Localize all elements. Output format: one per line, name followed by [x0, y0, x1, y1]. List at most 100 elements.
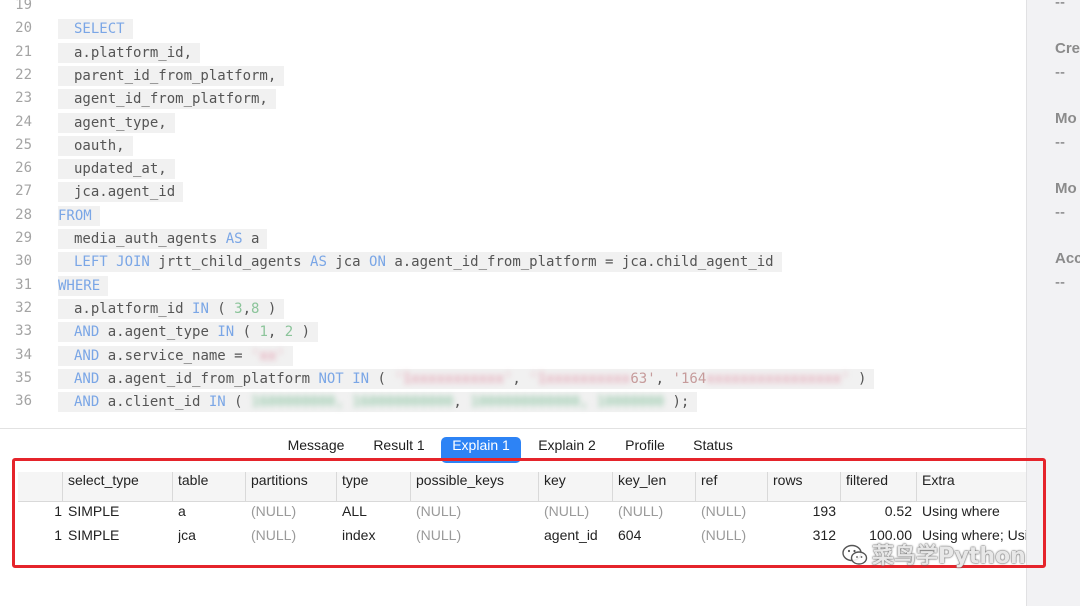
tab-explain-2[interactable]: Explain 2	[528, 437, 606, 463]
result-tabs: Message Result 1 Explain 1 Explain 2 Profile…	[0, 428, 1026, 467]
sql-text: ,	[267, 324, 285, 341]
cell-possible-keys: (NULL)	[416, 527, 462, 543]
sql-keyword: WHERE	[58, 277, 101, 294]
sql-keyword: AND	[74, 394, 100, 411]
code-line[interactable]: parent_id_from_platform,	[58, 65, 285, 86]
sql-keyword: AND	[74, 347, 100, 364]
column-header-ref[interactable]: ref	[695, 472, 767, 501]
cell-rows: 312	[812, 527, 836, 543]
cell-partitions: (NULL)	[251, 503, 297, 519]
line-number: 35	[15, 369, 32, 386]
code-line[interactable]: a.platform_id,	[58, 42, 201, 63]
column-header-filtered[interactable]: filtered	[840, 472, 916, 501]
info-label: Cre	[1055, 40, 1080, 57]
sql-text: parent_id_from_platform,	[74, 67, 277, 84]
sql-number: 3	[234, 300, 243, 317]
sql-keyword: NOT	[318, 370, 344, 387]
cell-ref: (NULL)	[701, 527, 747, 543]
sql-text: );	[664, 394, 690, 411]
sql-keyword: IN	[352, 370, 370, 387]
cell-rows: 193	[812, 503, 836, 519]
line-number: 33	[15, 323, 32, 340]
code-line[interactable]: LEFT JOIN jrtt_child_agents AS jca ON a.…	[58, 252, 782, 273]
sql-string: '164	[672, 370, 707, 387]
code-line[interactable]: oauth,	[58, 135, 133, 156]
code-line[interactable]: agent_type,	[58, 112, 175, 133]
sql-text: (	[369, 370, 395, 387]
cell-table: a	[178, 503, 186, 519]
sql-text: a.platform_id,	[74, 44, 193, 61]
table-row[interactable]: 1 SIMPLE a (NULL) ALL (NULL) (NULL) (NULL) (NULL…	[18, 503, 1026, 527]
sql-text: jrtt_child_agents	[149, 254, 311, 271]
column-header-table[interactable]: table	[172, 472, 245, 501]
cell-partitions: (NULL)	[251, 527, 297, 543]
sql-text: a.agent_type	[99, 324, 218, 341]
explain-result-grid[interactable]: select_type table partitions type possible_k…	[0, 466, 1026, 606]
redacted-value: xxxxxxxxxxxxxxxx'	[706, 370, 850, 387]
code-line[interactable]: WHERE	[58, 275, 109, 296]
code-line[interactable]: AND a.service_name = 'xx'	[58, 345, 293, 366]
column-header-select-type[interactable]: select_type	[62, 472, 172, 501]
cell-select-type: SIMPLE	[68, 527, 120, 543]
cell-key-len: (NULL)	[618, 503, 664, 519]
code-line[interactable]: AND a.agent_id_from_platform NOT IN ( '1…	[58, 368, 875, 389]
sql-text: agent_type,	[74, 114, 167, 131]
sql-text: a.platform_id	[74, 300, 193, 317]
column-header-partitions[interactable]: partitions	[245, 472, 336, 501]
code-line[interactable]: AND a.client_id IN ( 1600000000, 1600000…	[58, 392, 698, 413]
wechat-logo-icon	[842, 544, 868, 565]
code-line[interactable]: agent_id_from_platform,	[58, 89, 276, 110]
tab-message[interactable]: Message	[278, 437, 354, 463]
sql-keyword: AND	[74, 370, 100, 387]
info-value: --	[1055, 134, 1065, 151]
column-header-extra[interactable]: Extra	[916, 472, 1026, 501]
column-header-key[interactable]: key	[538, 472, 612, 501]
sql-text: (	[234, 324, 260, 341]
code-line[interactable]: media_auth_agents AS a	[58, 229, 268, 249]
sql-text: ,	[512, 370, 530, 387]
line-number: 31	[15, 276, 32, 293]
code-line[interactable]: jca.agent_id	[58, 182, 184, 203]
redacted-value: 1600000000, 160000000000	[251, 394, 454, 411]
cell-filtered: 0.52	[884, 503, 912, 519]
line-number: 29	[15, 230, 32, 246]
line-number: 22	[15, 66, 32, 83]
line-number: 20	[15, 20, 32, 37]
code-line[interactable]: SELECT	[58, 19, 133, 40]
sql-text: oauth,	[74, 137, 125, 154]
sql-text: a.agent_id_from_platform	[99, 370, 319, 387]
sql-keyword: LEFT JOIN	[74, 254, 150, 271]
tab-result-1[interactable]: Result 1	[364, 437, 434, 463]
sql-text: ,	[453, 394, 471, 411]
line-number: 19	[15, 0, 32, 13]
info-side-panel: -- Cre -- Mo -- Mo -- Acc --	[1026, 0, 1080, 606]
code-line[interactable]: updated_at,	[58, 159, 175, 180]
info-value: --	[1055, 274, 1065, 291]
info-value: --	[1055, 64, 1065, 81]
code-line[interactable]: AND a.agent_type IN ( 1, 2 )	[58, 322, 319, 343]
sql-editor[interactable]: 19 20 21 22 23 24 25 26 27 28 29 30 31 32 33 34 35 36 SEL…	[0, 0, 1026, 428]
watermark-text: 菜鸟学Python	[872, 544, 1026, 569]
redacted-value: '1xxxxxxxxxx	[529, 370, 631, 387]
cell-possible-keys: (NULL)	[416, 503, 462, 519]
code-line[interactable]: a.platform_id IN ( 3,8 )	[58, 298, 285, 319]
sql-keyword: AS	[310, 254, 327, 271]
sql-number: 1	[259, 324, 268, 341]
sql-string: 63'	[630, 370, 656, 387]
tab-explain-1[interactable]: Explain 1	[441, 437, 521, 463]
column-header-type[interactable]: type	[336, 472, 410, 501]
code-line[interactable]: FROM	[58, 205, 100, 226]
tab-status[interactable]: Status	[683, 437, 743, 463]
column-header-possible-keys[interactable]: possible_keys	[410, 472, 538, 501]
cell-table: jca	[178, 527, 196, 543]
line-number: 23	[15, 90, 32, 107]
tab-profile[interactable]: Profile	[614, 437, 676, 463]
info-label: Mo	[1055, 110, 1077, 127]
line-number: 36	[15, 393, 32, 410]
line-number: 21	[15, 43, 32, 60]
column-header-rows[interactable]: rows	[767, 472, 840, 501]
column-header-key-len[interactable]: key_len	[612, 472, 695, 501]
sql-text: a.client_id	[99, 394, 209, 411]
redacted-value: 1000000000000, 10000000	[470, 394, 665, 411]
